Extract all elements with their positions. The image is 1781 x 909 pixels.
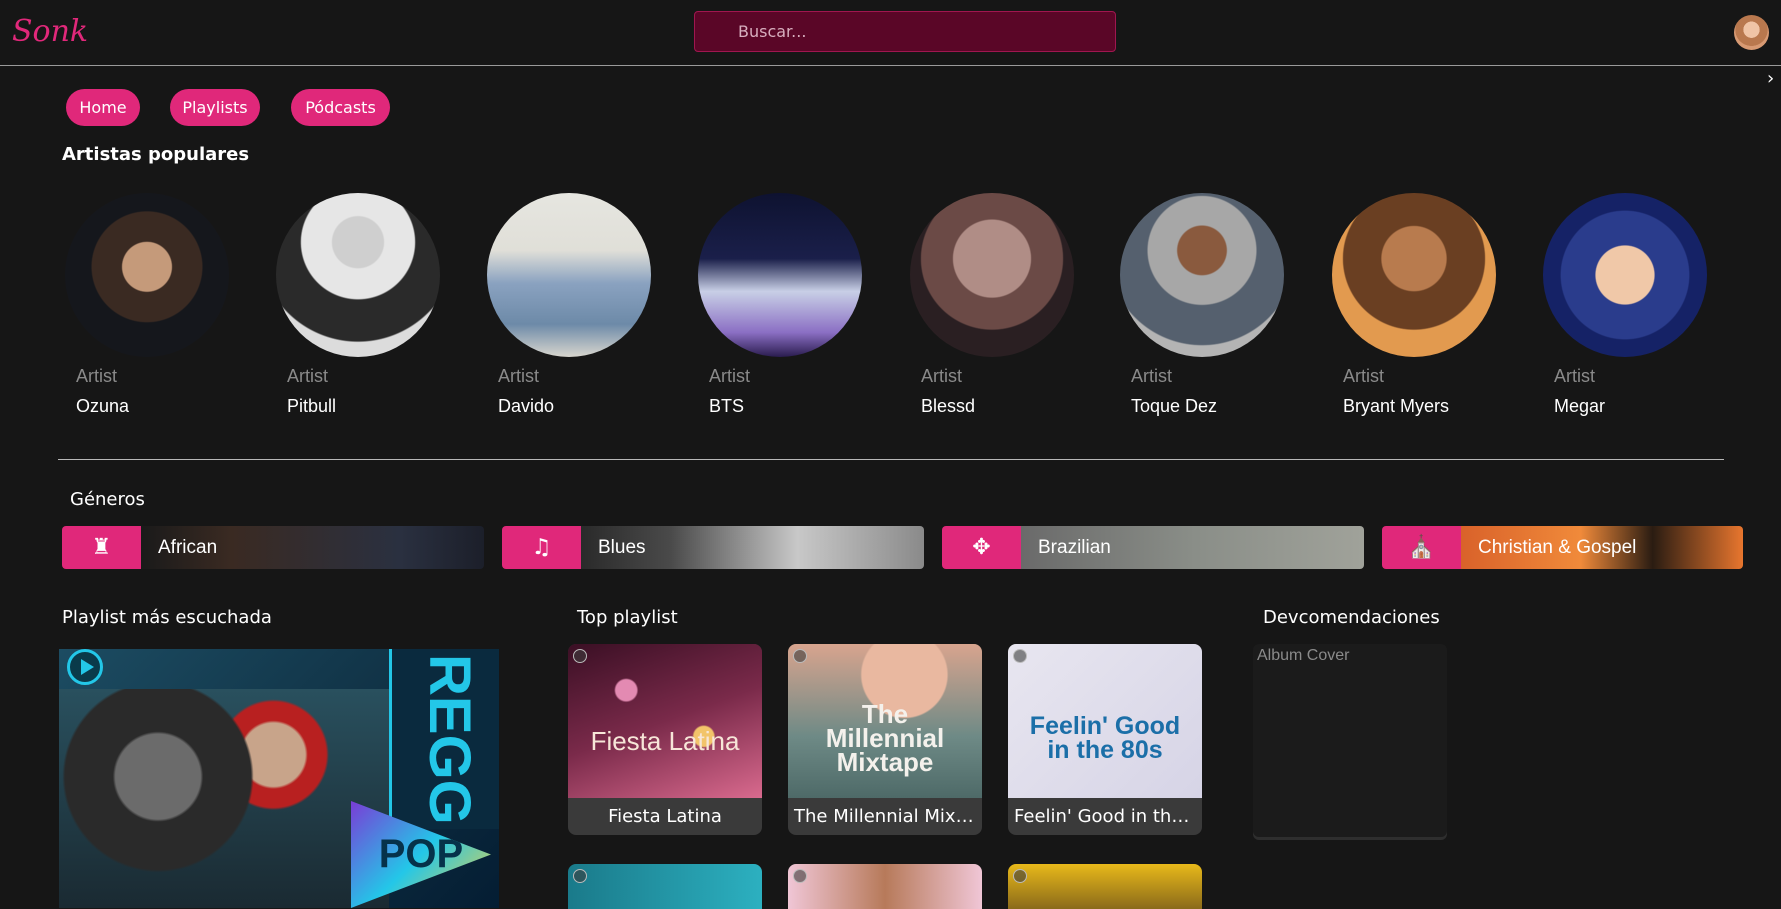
artist-photo bbox=[1120, 193, 1284, 357]
nav-home-button[interactable]: Home bbox=[66, 89, 140, 126]
genres-section-title: Géneros bbox=[70, 489, 145, 510]
play-icon[interactable] bbox=[67, 649, 103, 685]
artist-card[interactable]: Artist Bryant Myers bbox=[1332, 193, 1532, 423]
artist-name: Pitbull bbox=[287, 396, 336, 417]
genre-label: African bbox=[158, 526, 217, 569]
artist-type-label: Artist bbox=[1131, 366, 1172, 387]
playlist-tile[interactable]: Feelin' Good in the 80s Feelin' Good in … bbox=[1008, 644, 1202, 835]
genre-label: Brazilian bbox=[1038, 526, 1111, 569]
guitar-icon: ♫ bbox=[502, 526, 581, 569]
artist-photo bbox=[65, 193, 229, 357]
playlist-tile[interactable] bbox=[568, 864, 762, 909]
genre-card-christian-gospel[interactable]: ⛪ Christian & Gospel bbox=[1382, 526, 1743, 569]
genre-card-brazilian[interactable]: ✥ Brazilian bbox=[942, 526, 1364, 569]
genre-card-blues[interactable]: ♫ Blues bbox=[502, 526, 924, 569]
artist-card[interactable]: Artist Toque Dez bbox=[1120, 193, 1320, 423]
maracas-icon: ✥ bbox=[942, 526, 1021, 569]
play-icon[interactable] bbox=[1013, 649, 1027, 663]
most-played-cover[interactable]: REGG POP bbox=[59, 649, 499, 908]
artist-card[interactable]: Artist BTS bbox=[698, 193, 898, 423]
artist-type-label: Artist bbox=[287, 366, 328, 387]
artist-name: Ozuna bbox=[76, 396, 129, 417]
playlist-cover: The Millennial Mixtape bbox=[788, 644, 982, 798]
artist-photo bbox=[1332, 193, 1496, 357]
artist-type-label: Artist bbox=[709, 366, 750, 387]
search-input[interactable] bbox=[694, 11, 1116, 52]
play-icon[interactable] bbox=[573, 649, 587, 663]
recommendation-card[interactable]: Album Cover bbox=[1253, 644, 1447, 837]
artists-section-title: Artistas populares bbox=[62, 144, 249, 165]
section-divider bbox=[58, 459, 1724, 460]
artist-type-label: Artist bbox=[1343, 366, 1384, 387]
artist-card[interactable]: Artist Davido bbox=[487, 193, 687, 423]
artist-card[interactable]: Artist Ozuna bbox=[65, 193, 265, 423]
artist-photo bbox=[910, 193, 1074, 357]
artist-type-label: Artist bbox=[921, 366, 962, 387]
playlist-tile[interactable] bbox=[788, 864, 982, 909]
chevron-right-icon[interactable]: › bbox=[1767, 69, 1781, 89]
genre-label: Blues bbox=[598, 526, 646, 569]
playlist-cover: Fiesta Latina bbox=[568, 644, 762, 798]
playlist-cover: Feelin' Good in the 80s bbox=[1008, 644, 1202, 798]
playlist-cover-text: Fiesta Latina bbox=[568, 726, 762, 757]
artist-card[interactable]: Artist Megar bbox=[1543, 193, 1743, 423]
app-logo[interactable]: Sonk bbox=[12, 4, 72, 60]
top-bar: Sonk bbox=[0, 0, 1781, 66]
drum-icon: ♜ bbox=[62, 526, 141, 569]
artist-type-label: Artist bbox=[498, 366, 539, 387]
artist-photo bbox=[276, 193, 440, 357]
top-playlist-title: Top playlist bbox=[577, 607, 678, 628]
nav-podcasts-button[interactable]: Pódcasts bbox=[291, 89, 390, 126]
playlist-title: Feelin' Good in the... bbox=[1008, 798, 1202, 835]
playlist-title: Fiesta Latina bbox=[568, 798, 762, 835]
artist-name: Megar bbox=[1554, 396, 1605, 417]
playlist-tile[interactable]: Fiesta Latina Fiesta Latina bbox=[568, 644, 762, 835]
genre-card-african[interactable]: ♜ African bbox=[62, 526, 484, 569]
playlist-title: The Millennial Mixt... bbox=[788, 798, 982, 835]
artist-photo bbox=[698, 193, 862, 357]
church-icon: ⛪ bbox=[1382, 526, 1461, 569]
artist-name: Toque Dez bbox=[1131, 396, 1217, 417]
artist-name: Bryant Myers bbox=[1343, 396, 1449, 417]
artist-photo bbox=[487, 193, 651, 357]
cover-title-text: REGG bbox=[389, 649, 499, 829]
playlist-cover-text: The Millennial Mixtape bbox=[808, 702, 962, 774]
play-icon[interactable] bbox=[573, 869, 587, 883]
user-avatar[interactable] bbox=[1734, 15, 1769, 50]
play-icon[interactable] bbox=[793, 649, 807, 663]
artist-type-label: Artist bbox=[76, 366, 117, 387]
artist-type-label: Artist bbox=[1554, 366, 1595, 387]
recommendations-title: Devcomendaciones bbox=[1263, 607, 1440, 628]
play-icon[interactable] bbox=[1013, 869, 1027, 883]
artist-photo bbox=[1543, 193, 1707, 357]
nav-playlists-button[interactable]: Playlists bbox=[170, 89, 260, 126]
most-played-title: Playlist más escuchada bbox=[62, 607, 272, 628]
playlist-tile[interactable] bbox=[1008, 864, 1202, 909]
artist-name: Blessd bbox=[921, 396, 975, 417]
playlist-cover-text: Feelin' Good in the 80s bbox=[1016, 714, 1194, 762]
cover-photo bbox=[59, 689, 389, 908]
album-cover-broken-image: Album Cover bbox=[1257, 647, 1349, 665]
artist-card[interactable]: Artist Pitbull bbox=[276, 193, 476, 423]
play-icon[interactable] bbox=[793, 869, 807, 883]
artist-card[interactable]: Artist Blessd bbox=[910, 193, 1110, 423]
playlist-tile[interactable]: The Millennial Mixtape The Millennial Mi… bbox=[788, 644, 982, 835]
genre-label: Christian & Gospel bbox=[1478, 526, 1636, 569]
artist-name: Davido bbox=[498, 396, 554, 417]
artist-name: BTS bbox=[709, 396, 744, 417]
